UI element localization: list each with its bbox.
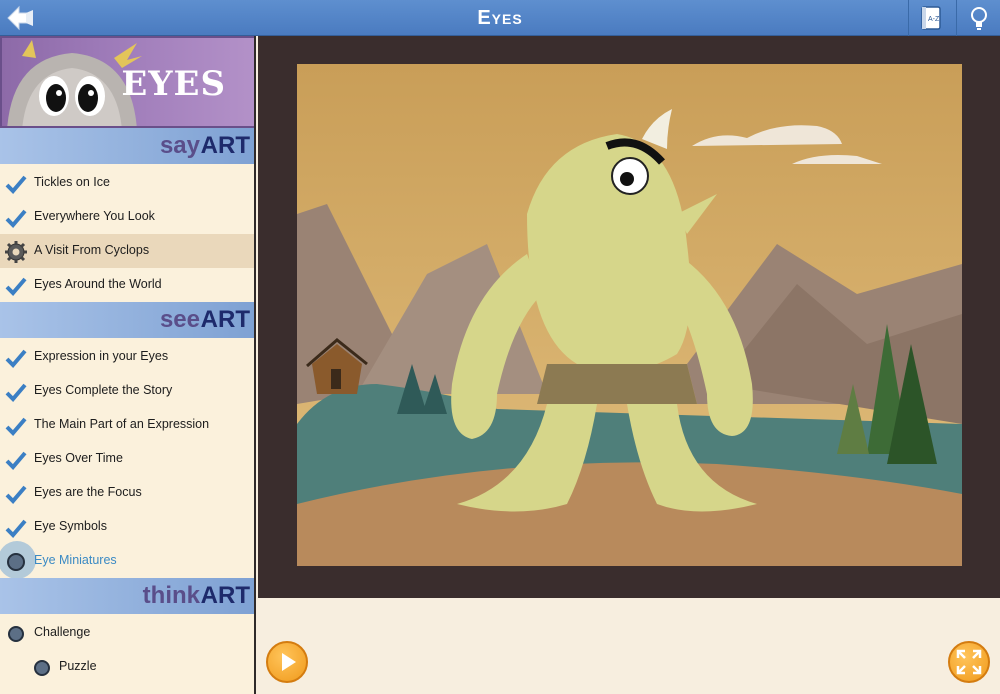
radio-dot-icon [34, 660, 50, 676]
cyclops-scene-illustration [297, 64, 962, 566]
section-header-sayart: say ART [0, 128, 254, 164]
lesson-item-expression-in-your-eyes[interactable]: Expression in your Eyes [0, 340, 254, 374]
section-header-thinkart: think ART [0, 578, 254, 614]
lesson-item-label: The Main Part of an Expression [34, 417, 210, 431]
checkmark-icon [5, 519, 27, 538]
gear-icon [5, 241, 27, 263]
lesson-header-banner: EYES [0, 36, 254, 128]
lesson-item-label: Puzzle [59, 659, 97, 673]
lesson-title: EYES [121, 64, 226, 104]
section-suffix: ART [200, 132, 250, 159]
page-title: Eyes [477, 7, 523, 29]
lesson-item-eyes-over-time[interactable]: Eyes Over Time [0, 442, 254, 476]
checkmark-icon [5, 417, 27, 436]
lesson-item-label: Eyes Complete the Story [34, 383, 173, 397]
lesson-item-main-part-of-expression[interactable]: The Main Part of an Expression [0, 408, 254, 442]
lesson-item-label: Eye Symbols [34, 519, 107, 533]
play-button[interactable] [266, 641, 308, 683]
checkmark-icon [5, 451, 27, 470]
lesson-item-everywhere-you-look[interactable]: Everywhere You Look [0, 200, 254, 234]
lesson-item-eyes-complete-the-story[interactable]: Eyes Complete the Story [0, 374, 254, 408]
glossary-button[interactable]: A-Z [908, 0, 952, 36]
checkmark-icon [5, 485, 27, 504]
checkmark-icon [5, 209, 27, 228]
play-icon [282, 653, 296, 671]
section-prefix: say [159, 132, 200, 159]
lesson-item-label: Tickles on Ice [34, 175, 110, 189]
lesson-item-label: Eyes Over Time [34, 451, 123, 465]
radio-dot-icon [7, 553, 25, 571]
lesson-item-tickles-on-ice[interactable]: Tickles on Ice [0, 166, 254, 200]
lesson-item-eyes-around-the-world[interactable]: Eyes Around the World [0, 268, 254, 302]
checkmark-icon [5, 349, 27, 368]
fullscreen-button[interactable] [948, 641, 990, 683]
lesson-item-label: Eye Miniatures [34, 553, 117, 567]
lesson-item-eye-miniatures[interactable]: Eye Miniatures [0, 541, 254, 579]
hint-button[interactable] [956, 0, 1000, 36]
radio-dot-icon [8, 626, 24, 642]
lesson-item-puzzle[interactable]: Puzzle [0, 650, 254, 684]
lesson-item-eye-symbols[interactable]: Eye Symbols [0, 510, 254, 544]
video-player[interactable] [297, 64, 962, 566]
section-suffix: ART [200, 306, 250, 333]
section-prefix: see [159, 306, 200, 333]
lesson-item-eyes-are-the-focus[interactable]: Eyes are the Focus [0, 476, 254, 510]
lightbulb-icon [970, 7, 987, 30]
top-bar: Eyes A-Z [0, 0, 1000, 36]
svg-text:A-Z: A-Z [928, 16, 940, 23]
checkmark-icon [5, 277, 27, 296]
lesson-item-label: Eyes Around the World [34, 277, 162, 291]
lesson-sidebar: EYES say ART Tickles on Ice Everywhere Y… [0, 36, 256, 694]
glossary-book-icon: A-Z [920, 6, 941, 30]
expand-icon [956, 649, 982, 675]
lesson-item-label: Eyes are the Focus [34, 485, 142, 499]
section-header-seeart: see ART [0, 302, 254, 338]
checkmark-icon [5, 175, 27, 194]
lesson-item-label: A Visit From Cyclops [34, 243, 150, 257]
lesson-item-label: Everywhere You Look [34, 209, 155, 223]
lesson-item-label: Expression in your Eyes [34, 349, 169, 363]
section-suffix: ART [200, 582, 250, 609]
video-frame [258, 36, 1000, 598]
lesson-item-challenge[interactable]: Challenge [0, 616, 254, 650]
lesson-item-a-visit-from-cyclops[interactable]: A Visit From Cyclops [0, 234, 254, 268]
lesson-item-label: Challenge [34, 625, 91, 639]
checkmark-icon [5, 383, 27, 402]
section-prefix: think [142, 582, 200, 609]
